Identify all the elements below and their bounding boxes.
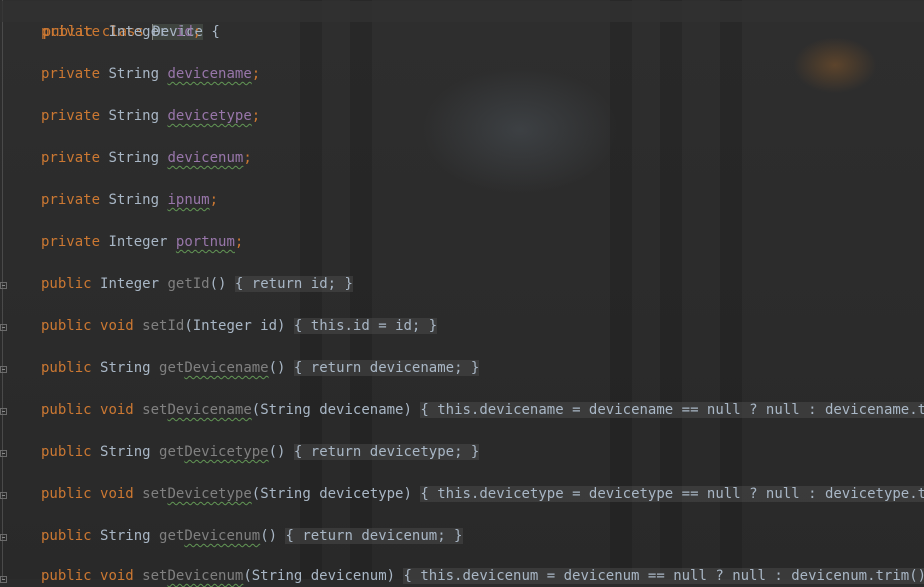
method-name-suffix: Devicenum	[167, 568, 244, 584]
code-line-method[interactable]: public String getDevicetype() { return d…	[41, 442, 480, 463]
code-editor[interactable]: public class Device { private Integer id…	[0, 0, 924, 584]
type: String	[108, 108, 160, 124]
fold-toggle[interactable]	[0, 450, 7, 457]
folded-body[interactable]: { this.devicenum = devicenum == null ? n…	[403, 568, 924, 584]
code-line-method[interactable]: public String getDevicename() { return d…	[41, 358, 480, 379]
code-line-field[interactable]: private String ipnum;	[41, 190, 218, 211]
semicolon: ;	[234, 234, 244, 250]
method-name-suffix: Devicename	[184, 360, 269, 376]
method-name: get	[159, 444, 185, 460]
code-line-method[interactable]: public void setId(Integer id) { this.id …	[41, 316, 438, 337]
type: String	[108, 66, 160, 82]
folded-body[interactable]: { return id; }	[234, 276, 353, 292]
method-name: getId	[167, 276, 210, 292]
type: Integer	[108, 24, 168, 40]
method-name: set	[142, 568, 168, 584]
method-params: ()	[209, 276, 227, 292]
folded-body[interactable]: { return devicenum; }	[285, 528, 463, 544]
return-type: String	[100, 528, 151, 544]
method-params: (Integer id)	[184, 318, 286, 334]
code-line-class-declaration[interactable]: public class Device {	[0, 1, 924, 40]
fold-toggle[interactable]	[0, 534, 7, 541]
method-params: ()	[268, 360, 286, 376]
field-name: id	[175, 24, 193, 40]
modifier: public	[41, 486, 92, 502]
method-name: set	[142, 486, 168, 502]
modifier: public	[41, 276, 92, 292]
method-name-suffix: Devicetype	[167, 486, 252, 502]
folded-body[interactable]: { this.devicename = devicename == null ?…	[420, 402, 924, 418]
method-params: (String devicename)	[251, 402, 412, 418]
code-line-field[interactable]: private String devicetype;	[41, 106, 260, 127]
fold-toggle[interactable]	[0, 282, 7, 289]
method-params: (String devicetype)	[251, 486, 412, 502]
modifier: private	[41, 108, 101, 124]
fold-toggle[interactable]	[0, 324, 7, 331]
folded-body[interactable]: { this.id = id; }	[293, 318, 438, 334]
code-line-method[interactable]: public void setDevicenum(String devicenu…	[41, 566, 924, 587]
code-line-field[interactable]: private Integer portnum;	[41, 232, 243, 253]
semicolon: ;	[243, 150, 252, 166]
return-type: void	[100, 486, 134, 502]
semicolon: ;	[251, 108, 261, 124]
type: Integer	[108, 234, 168, 250]
method-params: (String devicenum)	[243, 568, 396, 584]
code-line-method[interactable]: public void setDevicename(String devicen…	[41, 400, 924, 421]
code-line-method[interactable]: public String getDevicenum() { return de…	[41, 526, 463, 547]
code-line-field[interactable]: private String devicename;	[41, 64, 260, 85]
method-name: set	[142, 402, 168, 418]
method-name-suffix: Devicename	[167, 402, 252, 418]
modifier: private	[41, 66, 101, 82]
semicolon: ;	[251, 66, 261, 82]
modifier: public	[41, 568, 92, 584]
type: String	[108, 150, 160, 166]
return-type: Integer	[100, 276, 160, 292]
modifier: public	[41, 402, 92, 418]
code-line-field[interactable]: private Integer id;	[41, 22, 201, 43]
field-name: portnum	[175, 234, 235, 250]
fold-toggle[interactable]	[0, 576, 7, 583]
modifier: public	[41, 528, 92, 544]
type: String	[108, 192, 160, 208]
return-type: String	[100, 360, 151, 376]
fold-toggle[interactable]	[0, 366, 7, 373]
code-line-field[interactable]: private String devicenum;	[41, 148, 252, 169]
code-line-method[interactable]: public Integer getId() { return id; }	[41, 274, 353, 295]
return-type: void	[100, 568, 134, 584]
code-line-method[interactable]: public void setDevicetype(String devicet…	[41, 484, 924, 505]
return-type: String	[100, 444, 151, 460]
fold-toggle[interactable]	[0, 408, 7, 415]
modifier: public	[41, 318, 92, 334]
open-brace: {	[211, 24, 220, 40]
method-name: setId	[142, 318, 185, 334]
field-name: devicenum	[167, 150, 244, 166]
return-type: void	[100, 402, 134, 418]
semicolon: ;	[192, 24, 202, 40]
folded-body[interactable]: { this.devicetype = devicetype == null ?…	[420, 486, 924, 502]
field-name: devicetype	[167, 108, 252, 124]
modifier: private	[41, 24, 101, 40]
field-name: ipnum	[167, 192, 210, 208]
method-name-suffix: Devicetype	[184, 444, 269, 460]
return-type: void	[100, 318, 134, 334]
modifier: public	[41, 444, 92, 460]
method-name-suffix: Devicenum	[184, 528, 261, 544]
modifier: private	[41, 150, 101, 166]
modifier: private	[41, 192, 101, 208]
semicolon: ;	[209, 192, 219, 208]
method-name: get	[159, 528, 185, 544]
fold-toggle[interactable]	[0, 492, 7, 499]
modifier: public	[41, 360, 92, 376]
folded-body[interactable]: { return devicename; }	[293, 360, 480, 376]
folded-body[interactable]: { return devicetype; }	[293, 444, 480, 460]
method-params: ()	[268, 444, 286, 460]
method-name: get	[159, 360, 185, 376]
modifier: private	[41, 234, 101, 250]
method-params: ()	[260, 528, 278, 544]
field-name: devicename	[167, 66, 252, 82]
